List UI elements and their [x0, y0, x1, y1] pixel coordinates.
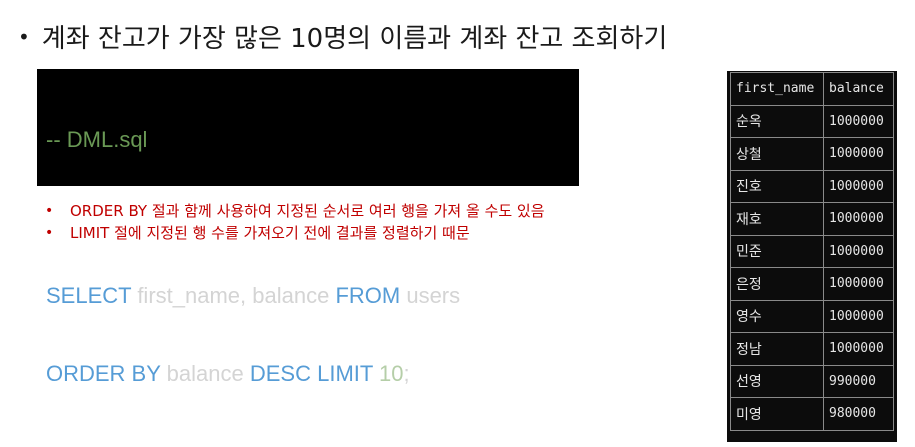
query-result-panel: first_name balance 순옥 1000000 상철 1000000 진…: [727, 71, 897, 442]
note-item: • LIMIT 절에 지정된 행 수를 가져오기 전에 결과를 정렬하기 때문: [45, 222, 545, 244]
cell-first-name: 재호: [730, 202, 824, 236]
cell-first-name: 민준: [730, 234, 824, 268]
table-row: 정남 1000000: [730, 332, 894, 366]
cell-first-name: 영수: [730, 299, 824, 333]
kw-order-by: ORDER BY: [46, 361, 161, 386]
table-row: 민준 1000000: [730, 234, 894, 268]
kw-from: FROM: [335, 283, 401, 308]
cell-first-name: 미영: [730, 397, 824, 431]
code-order-column: balance: [166, 361, 244, 386]
cell-first-name: 순옥: [730, 104, 824, 138]
cell-balance: 1000000: [823, 234, 894, 268]
code-line-order: ORDER BY balance DESC LIMIT 10;: [46, 361, 570, 387]
table-row: 선영 990000: [730, 364, 894, 398]
table-row: 영수 1000000: [730, 299, 894, 333]
cell-balance: 980000: [823, 397, 894, 431]
kw-limit: LIMIT: [317, 361, 373, 386]
note-item: • ORDER BY 절과 함께 사용하여 지정된 순서로 여러 행을 가져 올…: [45, 200, 545, 222]
note-text: ORDER BY 절과 함께 사용하여 지정된 순서로 여러 행을 가져 올 수…: [70, 202, 545, 220]
cell-balance: 1000000: [823, 202, 894, 236]
code-table-name: users: [406, 283, 461, 308]
cell-balance: 1000000: [823, 299, 894, 333]
cell-first-name: 상철: [730, 137, 824, 171]
cell-first-name: 은정: [730, 267, 824, 301]
code-limit-number: 10: [379, 361, 404, 386]
cell-balance: 990000: [823, 364, 894, 398]
cell-balance: 1000000: [823, 267, 894, 301]
column-header-first-name: first_name: [730, 72, 824, 106]
code-semicolon: ;: [403, 361, 410, 386]
cell-balance: 1000000: [823, 137, 894, 171]
cell-balance: 1000000: [823, 104, 894, 138]
table-row: 재호 1000000: [730, 202, 894, 236]
sql-code-block: -- DML.sql SELECT first_name, balance FR…: [37, 69, 579, 386]
table-row: 상철 1000000: [730, 137, 894, 171]
cell-balance: 1000000: [823, 332, 894, 366]
cell-first-name: 정남: [730, 332, 824, 366]
table-row: 순옥 1000000: [730, 104, 894, 138]
code-comment-line: -- DML.sql: [46, 127, 570, 153]
note-text: LIMIT 절에 지정된 행 수를 가져오기 전에 결과를 정렬하기 때문: [70, 224, 470, 242]
cell-first-name: 진호: [730, 169, 824, 203]
code-columns: first_name, balance: [137, 283, 330, 308]
table-row: 진호 1000000: [730, 169, 894, 203]
heading-text: 계좌 잔고가 가장 많은 10명의 이름과 계좌 잔고 조회하기: [41, 24, 668, 54]
kw-desc: DESC: [249, 361, 311, 386]
table-row: 은정 1000000: [730, 267, 894, 301]
note-bullet: •: [45, 225, 54, 241]
code-line-select: SELECT first_name, balance FROM users: [46, 283, 570, 309]
notes-list: • ORDER BY 절과 함께 사용하여 지정된 순서로 여러 행을 가져 올…: [45, 200, 545, 244]
table-header-row: first_name balance: [730, 72, 894, 106]
cell-first-name: 선영: [730, 364, 824, 398]
table-row: 미영 980000: [730, 397, 894, 431]
slide-heading: • 계좌 잔고가 가장 많은 10명의 이름과 계좌 잔고 조회하기: [18, 18, 667, 55]
kw-select: SELECT: [46, 283, 132, 308]
column-header-balance: balance: [823, 72, 894, 106]
heading-bullet: •: [18, 24, 30, 49]
code-comment: -- DML.sql: [46, 127, 148, 152]
cell-balance: 1000000: [823, 169, 894, 203]
result-table: first_name balance 순옥 1000000 상철 1000000 진…: [730, 72, 894, 431]
note-bullet: •: [45, 203, 54, 219]
